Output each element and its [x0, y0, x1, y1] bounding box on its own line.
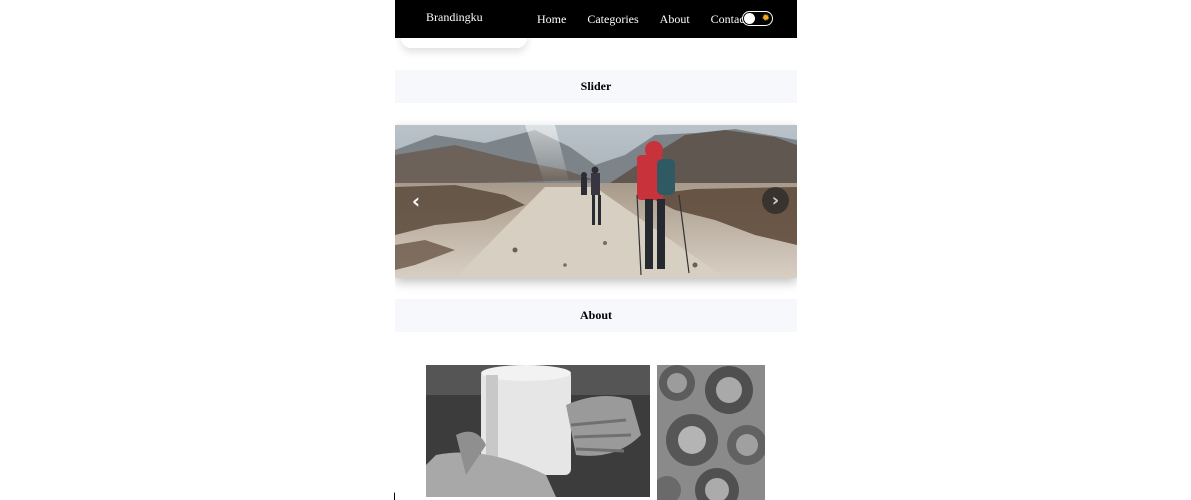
plates-photo	[657, 365, 765, 500]
nav-link-home[interactable]: Home	[537, 12, 566, 27]
chevron-right-icon: ›	[771, 190, 780, 211]
slide-image	[395, 125, 797, 278]
about-image-mug	[426, 365, 650, 497]
about-image-plates	[657, 365, 765, 500]
nav-links: Home Categories About Contact	[537, 12, 748, 27]
toggle-knob	[744, 13, 755, 24]
page: Brandingku Home Categories About Contact…	[395, 0, 797, 500]
section-title-slider: Slider	[395, 70, 797, 103]
section-title-about: About	[395, 299, 797, 332]
sun-icon: ✹	[761, 13, 770, 24]
mug-photo	[426, 365, 650, 497]
nav-link-about[interactable]: About	[660, 12, 690, 27]
theme-toggle[interactable]: ✹	[742, 11, 773, 26]
brand-logo[interactable]: Brandingku	[426, 10, 483, 25]
nav-link-categories[interactable]: Categories	[587, 12, 638, 27]
slider-next-button[interactable]: ›	[762, 187, 789, 214]
navbar: Brandingku Home Categories About Contact…	[395, 0, 797, 38]
image-slider: ‹ ›	[395, 125, 797, 278]
chevron-left-icon: ‹	[411, 189, 421, 213]
slider-prev-button[interactable]: ‹	[403, 188, 429, 214]
